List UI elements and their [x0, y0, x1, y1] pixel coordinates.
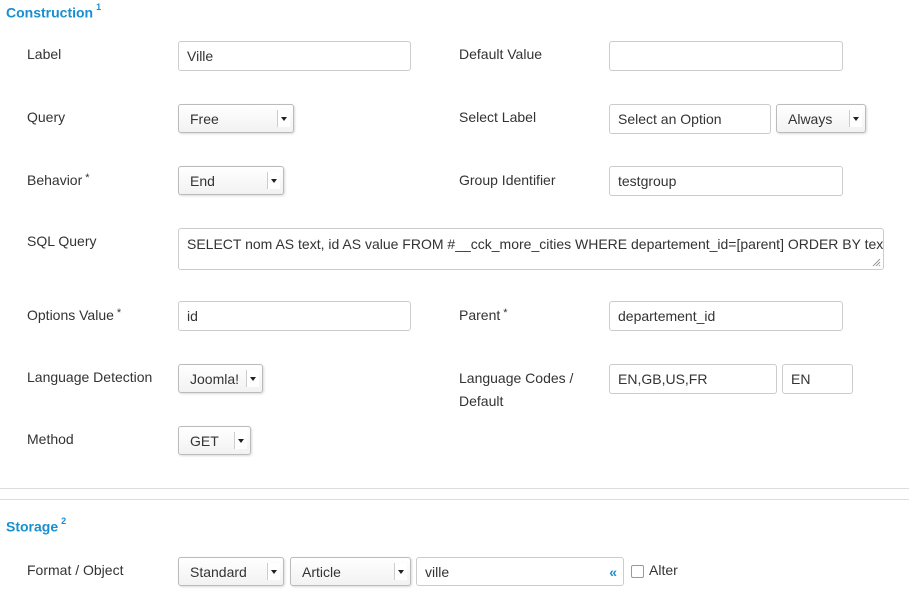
alter-checkbox[interactable] [631, 565, 644, 578]
required-marker: * [116, 307, 122, 319]
construction-title: Construction [6, 4, 94, 21]
sql-query-text: SELECT nom AS text, id AS value FROM #__… [187, 236, 884, 252]
chevron-down-icon [849, 110, 862, 127]
group-identifier-input[interactable]: testgroup [609, 166, 843, 196]
default-value-label: Default Value [459, 46, 543, 62]
query-select-value: Free [190, 111, 219, 127]
behavior-label: Behavior * [27, 170, 90, 192]
storage-format-value: Standard [190, 564, 247, 580]
required-marker: * [503, 307, 508, 319]
storage-title: Storage [6, 518, 59, 535]
chevron-down-icon [234, 432, 247, 449]
label-field-label: Label [27, 46, 62, 62]
chevron-down-icon [246, 370, 259, 387]
storage-section-title[interactable]: Storage 2 [6, 516, 67, 535]
chevron-down-icon [394, 563, 407, 580]
method-select[interactable]: GET [178, 426, 251, 455]
language-codes-input[interactable]: EN,GB,US,FR [609, 364, 777, 394]
section-divider [0, 499, 909, 500]
storage-object-select[interactable]: Article [290, 557, 411, 586]
group-identifier-label: Group Identifier [459, 172, 556, 188]
sql-query-label: SQL Query [27, 233, 97, 249]
language-detection-select[interactable]: Joomla! [178, 364, 263, 393]
language-default-input[interactable]: EN [782, 364, 853, 394]
method-select-value: GET [190, 433, 219, 449]
parent-label-text: Parent [459, 307, 501, 323]
select-label-mode-select[interactable]: Always [776, 104, 866, 133]
parent-label: Parent * [459, 305, 508, 327]
query-select[interactable]: Free [178, 104, 294, 133]
parent-input[interactable]: departement_id [609, 301, 843, 331]
construction-marker: 1 [96, 2, 102, 12]
language-detection-value: Joomla! [190, 371, 240, 387]
construction-section-title[interactable]: Construction 1 [6, 2, 102, 21]
storage-marker: 2 [61, 516, 67, 526]
required-marker: * [85, 172, 90, 184]
double-left-arrow-icon[interactable]: « [609, 558, 617, 585]
chevron-down-icon [267, 563, 280, 580]
label-input[interactable]: Ville [178, 41, 411, 71]
default-value-input[interactable] [609, 41, 843, 71]
options-value-label: Options Value * [27, 305, 121, 327]
chevron-down-icon [267, 172, 280, 189]
language-codes-label-line1: Language Codes / [459, 370, 574, 386]
behavior-select[interactable]: End [178, 166, 284, 195]
select-label-label: Select Label [459, 109, 537, 125]
select-label-mode-value: Always [788, 111, 833, 127]
language-codes-label-line2: Default [459, 393, 504, 409]
language-codes-label: Language Codes / Default [459, 367, 573, 413]
query-label: Query [27, 109, 66, 125]
storage-field-input[interactable]: ville « [416, 557, 624, 586]
options-value-label-text: Options Value [27, 307, 114, 323]
options-value-input[interactable]: id [178, 301, 411, 331]
behavior-select-value: End [190, 173, 215, 189]
method-label: Method [27, 431, 74, 447]
format-object-label: Format / Object [27, 562, 124, 578]
storage-object-value: Article [302, 564, 341, 580]
storage-format-select[interactable]: Standard [178, 557, 284, 586]
behavior-label-text: Behavior [27, 172, 83, 188]
language-detection-label: Language Detection [27, 369, 153, 385]
section-divider [0, 488, 909, 489]
select-label-input[interactable]: Select an Option [609, 104, 771, 134]
resize-grip-icon[interactable] [872, 258, 881, 267]
chevron-down-icon [277, 110, 290, 127]
storage-field-value: ville [425, 564, 450, 580]
sql-query-textarea[interactable]: SELECT nom AS text, id AS value FROM #__… [178, 228, 884, 270]
alter-label[interactable]: Alter [649, 560, 678, 580]
